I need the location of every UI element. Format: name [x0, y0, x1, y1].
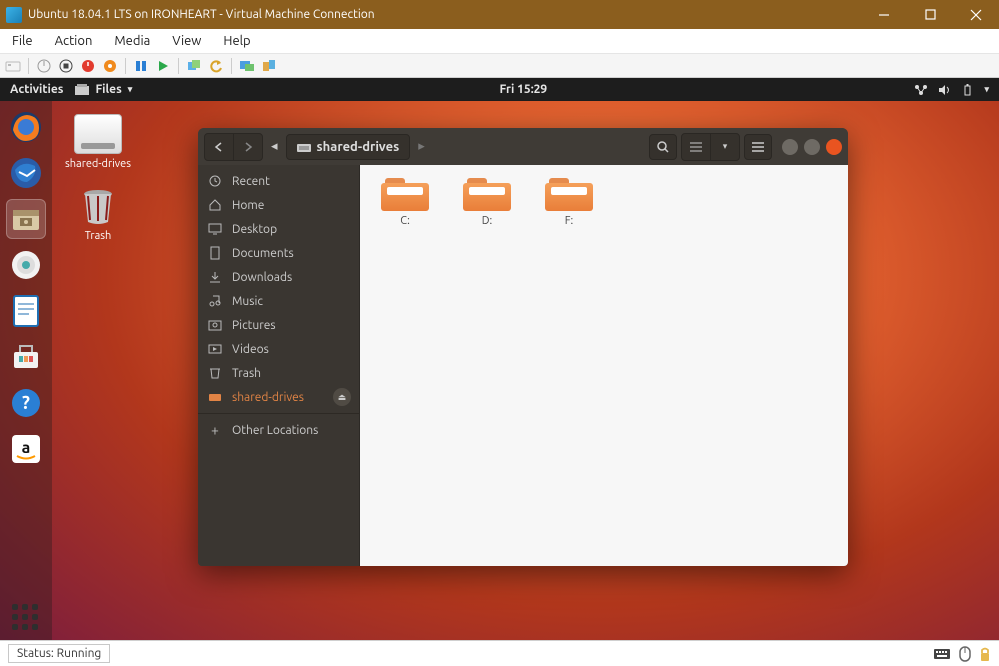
folder-label: D:: [456, 215, 518, 227]
vm-menubar: File Action Media View Help: [0, 29, 999, 54]
forward-button[interactable]: [234, 134, 262, 160]
files-headerbar: ◂ shared-drives ▸ ▾: [198, 128, 848, 165]
svg-text:a: a: [22, 439, 31, 457]
stop-button[interactable]: [57, 57, 75, 75]
shutdown-button[interactable]: [79, 57, 97, 75]
folder-c[interactable]: C:: [374, 175, 436, 227]
trash-icon: [76, 184, 120, 228]
menu-action[interactable]: Action: [51, 32, 97, 50]
start-button[interactable]: [35, 57, 53, 75]
path-label: shared-drives: [317, 140, 400, 154]
sidebar-recent[interactable]: Recent: [198, 169, 359, 193]
sidebar-videos[interactable]: Videos: [198, 337, 359, 361]
folder-icon: [463, 175, 511, 211]
hamburger-menu-button[interactable]: [744, 134, 772, 160]
files-content[interactable]: C: D: F:: [360, 165, 848, 566]
sidebar-downloads[interactable]: Downloads: [198, 265, 359, 289]
vm-title: Ubuntu 18.04.1 LTS on IRONHEART - Virtua…: [28, 8, 861, 21]
files-app-menu[interactable]: Files ▾: [75, 83, 132, 96]
close-button[interactable]: [953, 0, 999, 29]
sidebar-music[interactable]: Music: [198, 289, 359, 313]
window-minimize-button[interactable]: [782, 139, 798, 155]
sidebar-home[interactable]: Home: [198, 193, 359, 217]
dock-help[interactable]: ?: [6, 383, 46, 423]
minimize-button[interactable]: [861, 0, 907, 29]
desktop-trash-label: Trash: [62, 230, 134, 242]
view-options-button[interactable]: ▾: [711, 134, 739, 160]
files-app-label: Files: [95, 83, 121, 96]
desktop-shared-drives[interactable]: shared-drives: [62, 114, 134, 170]
desktop-shared-label: shared-drives: [62, 158, 134, 170]
power-icon[interactable]: [962, 84, 974, 96]
sidebar-documents[interactable]: Documents: [198, 241, 359, 265]
desktop-trash[interactable]: Trash: [62, 184, 134, 242]
clock[interactable]: Fri 15:29: [132, 83, 914, 96]
path-prev-button[interactable]: ◂: [271, 139, 278, 154]
mouse-icon[interactable]: [959, 646, 971, 662]
show-applications-button[interactable]: [0, 604, 52, 632]
folder-f[interactable]: F:: [538, 175, 600, 227]
revert-button[interactable]: [207, 57, 225, 75]
files-window: ◂ shared-drives ▸ ▾ Recent H: [198, 128, 848, 566]
folder-icon: [381, 175, 429, 211]
eject-button[interactable]: ⏏: [333, 388, 351, 406]
menu-view[interactable]: View: [168, 32, 205, 50]
status-text: Status: Running: [8, 644, 110, 663]
ubuntu-desktop: Activities Files ▾ Fri 15:29 ▾ ? a: [0, 78, 999, 640]
maximize-button[interactable]: [907, 0, 953, 29]
menu-media[interactable]: Media: [110, 32, 154, 50]
path-next-button[interactable]: ▸: [418, 139, 425, 154]
sidebar-other-locations[interactable]: +Other Locations: [198, 418, 359, 442]
keyboard-icon[interactable]: [933, 647, 951, 661]
dock-rhythmbox[interactable]: [6, 245, 46, 285]
svg-text:?: ?: [22, 393, 30, 413]
vm-toolbar: [0, 54, 999, 78]
volume-icon[interactable]: [938, 84, 952, 96]
enhanced-session-button[interactable]: [238, 57, 256, 75]
dock-thunderbird[interactable]: [6, 153, 46, 193]
dock-amazon[interactable]: a: [6, 429, 46, 469]
vm-icon: [6, 7, 22, 23]
ctrl-alt-del-button[interactable]: [4, 57, 22, 75]
files-sidebar: Recent Home Desktop Documents Downloads …: [198, 165, 360, 566]
menu-help[interactable]: Help: [219, 32, 254, 50]
chevron-down-icon[interactable]: ▾: [984, 84, 989, 95]
sidebar-desktop[interactable]: Desktop: [198, 217, 359, 241]
back-button[interactable]: [205, 134, 233, 160]
folder-icon: [545, 175, 593, 211]
menu-file[interactable]: File: [8, 32, 37, 50]
reset-button[interactable]: [154, 57, 172, 75]
drive-icon: [297, 141, 311, 153]
pause-button[interactable]: [132, 57, 150, 75]
window-maximize-button[interactable]: [804, 139, 820, 155]
save-button[interactable]: [101, 57, 119, 75]
folder-d[interactable]: D:: [456, 175, 518, 227]
share-button[interactable]: [260, 57, 278, 75]
gnome-top-bar: Activities Files ▾ Fri 15:29 ▾: [0, 78, 999, 101]
dock-firefox[interactable]: [6, 107, 46, 147]
sidebar-shared-drives[interactable]: shared-drives⏏: [198, 385, 359, 409]
folder-label: F:: [538, 215, 600, 227]
activities-button[interactable]: Activities: [10, 83, 63, 96]
folder-label: C:: [374, 215, 436, 227]
window-close-button[interactable]: [826, 139, 842, 155]
drive-icon: [74, 114, 122, 154]
search-button[interactable]: [649, 134, 677, 160]
list-view-button[interactable]: [682, 134, 710, 160]
vm-statusbar: Status: Running: [0, 640, 999, 666]
vm-titlebar: Ubuntu 18.04.1 LTS on IRONHEART - Virtua…: [0, 0, 999, 29]
dock-software[interactable]: [6, 337, 46, 377]
dock-writer[interactable]: [6, 291, 46, 331]
dock-files[interactable]: [6, 199, 46, 239]
checkpoint-button[interactable]: [185, 57, 203, 75]
sidebar-pictures[interactable]: Pictures: [198, 313, 359, 337]
sidebar-separator: [198, 413, 359, 414]
drawer-icon: [75, 84, 89, 96]
network-icon[interactable]: [914, 84, 928, 96]
path-bar[interactable]: shared-drives: [286, 134, 411, 160]
desktop-icons: shared-drives Trash: [62, 114, 134, 242]
ubuntu-dock: ? a: [0, 101, 52, 640]
sidebar-trash[interactable]: Trash: [198, 361, 359, 385]
lock-icon[interactable]: [979, 646, 991, 662]
